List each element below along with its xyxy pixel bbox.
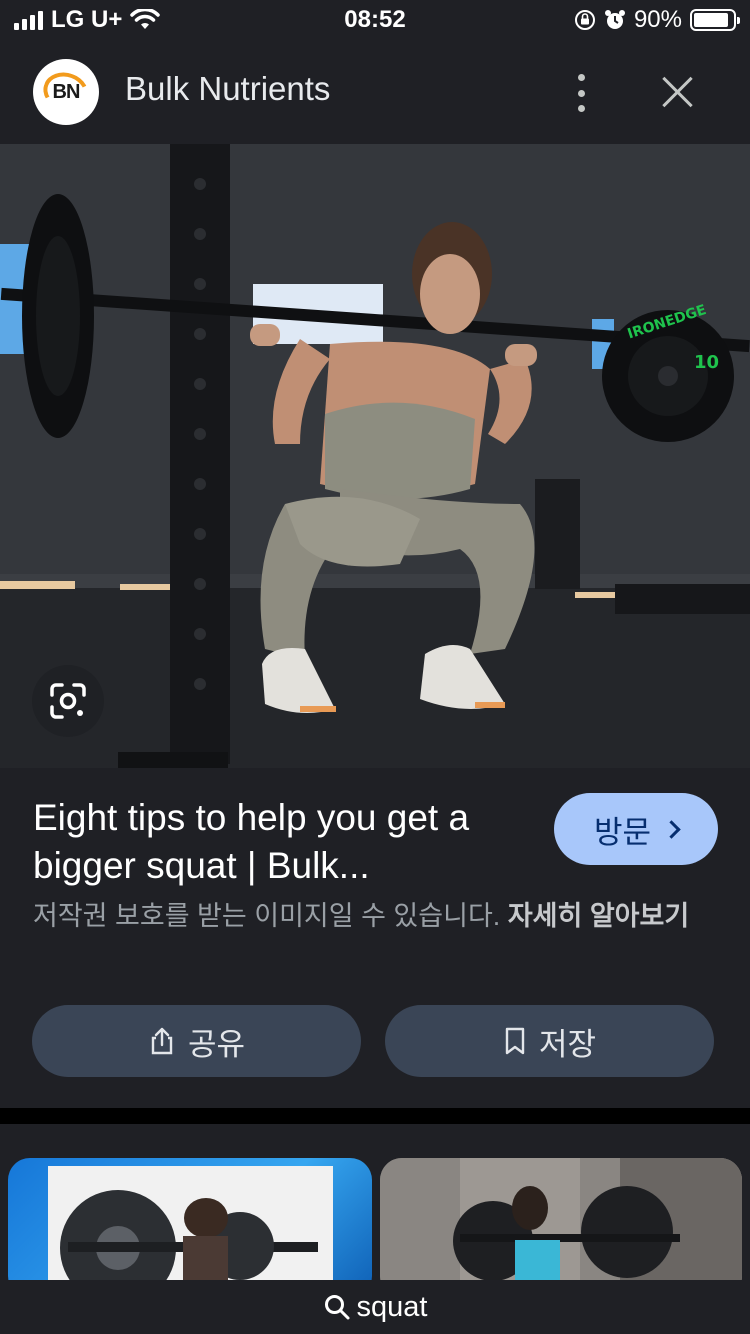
squat-photo: IRONEDGE 10	[0, 144, 750, 768]
header: BN Bulk Nutrients	[0, 40, 750, 144]
related-results	[0, 1124, 750, 1298]
related-image[interactable]	[380, 1158, 742, 1298]
site-logo[interactable]: BN	[33, 59, 99, 125]
share-icon	[151, 1027, 173, 1055]
lens-glyph	[50, 683, 86, 719]
status-right: 90%	[574, 6, 740, 34]
learn-more-link[interactable]: 자세히 알아보기	[508, 901, 689, 931]
save-button[interactable]: 저장	[385, 1005, 714, 1077]
close-icon[interactable]	[660, 74, 696, 110]
section-divider	[0, 1108, 750, 1124]
related-image[interactable]	[8, 1158, 372, 1298]
bookmark-icon	[505, 1027, 525, 1055]
more-vert-icon[interactable]	[566, 74, 596, 112]
result-title[interactable]: Eight tips to help you get a bigger squa…	[33, 794, 533, 890]
battery-level	[694, 13, 729, 27]
search-icon	[324, 1295, 350, 1320]
share-label: 공유	[187, 1026, 246, 1062]
result-info: Eight tips to help you get a bigger squa…	[0, 768, 750, 1108]
search-bar[interactable]: squat	[0, 1280, 750, 1334]
copyright-notice: 저작권 보호를 받는 이미지일 수 있습니다. 자세히 알아보기	[33, 898, 723, 935]
logo-text: BN	[52, 80, 81, 103]
search-query: squat	[356, 1290, 428, 1323]
battery-icon	[690, 9, 740, 31]
alarm-icon	[604, 10, 625, 29]
orientation-lock-icon	[574, 10, 595, 30]
related-photo-2	[380, 1158, 742, 1298]
battery-percent: 90%	[633, 6, 682, 33]
chevron-right-icon	[662, 819, 681, 839]
status-bar: LG U+ 08:52 90%	[0, 0, 750, 40]
lens-icon[interactable]	[32, 665, 104, 737]
visit-button[interactable]: 방문	[554, 793, 718, 865]
related-photo-1	[48, 1166, 333, 1298]
result-image[interactable]: IRONEDGE 10	[0, 144, 750, 768]
visit-label: 방문	[593, 814, 652, 850]
save-label: 저장	[538, 1026, 597, 1062]
plate-weight: 10	[694, 352, 719, 373]
share-button[interactable]: 공유	[32, 1005, 361, 1077]
site-name[interactable]: Bulk Nutrients	[125, 70, 330, 108]
copyright-text: 저작권 보호를 받는 이미지일 수 있습니다.	[33, 901, 501, 931]
